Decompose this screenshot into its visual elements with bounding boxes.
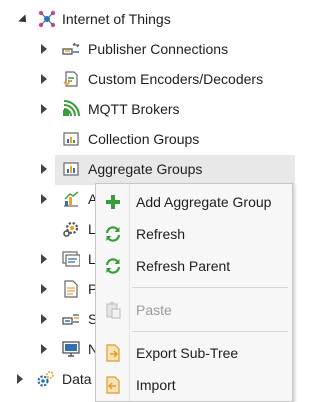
expand-arrow[interactable] [38, 193, 50, 205]
plus-icon [104, 193, 122, 211]
tree-item-label[interactable]: Aggregate Groups [88, 160, 202, 178]
expand-arrow[interactable] [38, 103, 50, 115]
tree-item-label[interactable]: Collection Groups [88, 130, 199, 148]
server-icon [62, 310, 80, 328]
expand-arrow[interactable] [38, 283, 50, 295]
expand-arrow[interactable] [38, 73, 50, 85]
menu-item-refresh[interactable]: Refresh [96, 218, 292, 250]
import-icon [104, 376, 122, 394]
list-icon [62, 250, 80, 268]
collapse-arrow[interactable] [18, 14, 30, 26]
expand-arrow[interactable] [38, 43, 50, 55]
menu-item-paste: Paste [96, 294, 292, 326]
menu-separator [132, 287, 288, 288]
data-gear-icon [36, 370, 54, 388]
aggregate-group-icon [62, 160, 80, 178]
chart-icon [62, 190, 80, 208]
iot-network-icon [38, 10, 56, 28]
menu-item-add-aggregate-group[interactable]: Add Aggregate Group [96, 186, 292, 218]
expand-arrow[interactable] [38, 163, 50, 175]
refresh-icon [104, 257, 122, 275]
menu-item-label: Import [136, 377, 176, 393]
menu-item-export-sub-tree[interactable]: Export Sub-Tree [96, 337, 292, 369]
tree-item-label[interactable]: Data [62, 370, 92, 388]
menu-item-label: Refresh [136, 226, 186, 242]
tree-item-label[interactable]: Publisher Connections [88, 40, 228, 58]
gear-icon [62, 220, 80, 238]
expand-arrow[interactable] [38, 343, 50, 355]
tree-item-label[interactable]: Internet of Things [62, 10, 171, 28]
monitor-icon [62, 340, 80, 358]
menu-item-label: Refresh Parent [136, 258, 231, 274]
expand-arrow[interactable] [38, 313, 50, 325]
refresh-icon [104, 225, 122, 243]
menu-item-label: Export Sub-Tree [136, 345, 239, 361]
menu-item-label: Add Aggregate Group [136, 194, 272, 210]
paste-icon [104, 301, 122, 319]
expand-arrow[interactable] [38, 253, 50, 265]
document-icon [62, 280, 80, 298]
expand-arrow[interactable] [14, 373, 26, 385]
menu-item-import[interactable]: Import [96, 369, 292, 401]
encoder-decoder-icon [62, 70, 80, 88]
tree-item-label[interactable]: MQTT Brokers [88, 100, 180, 118]
tree-item-label[interactable]: Custom Encoders/Decoders [88, 70, 263, 88]
menu-item-label: Paste [136, 302, 172, 318]
export-icon [104, 344, 122, 362]
collection-group-icon [62, 130, 80, 148]
menu-item-refresh-parent[interactable]: Refresh Parent [96, 250, 292, 282]
mqtt-broker-icon [62, 100, 80, 118]
publisher-connection-icon [62, 40, 80, 58]
context-menu: Add Aggregate Group Refresh Refresh Pare… [95, 183, 293, 402]
menu-separator [132, 331, 288, 332]
